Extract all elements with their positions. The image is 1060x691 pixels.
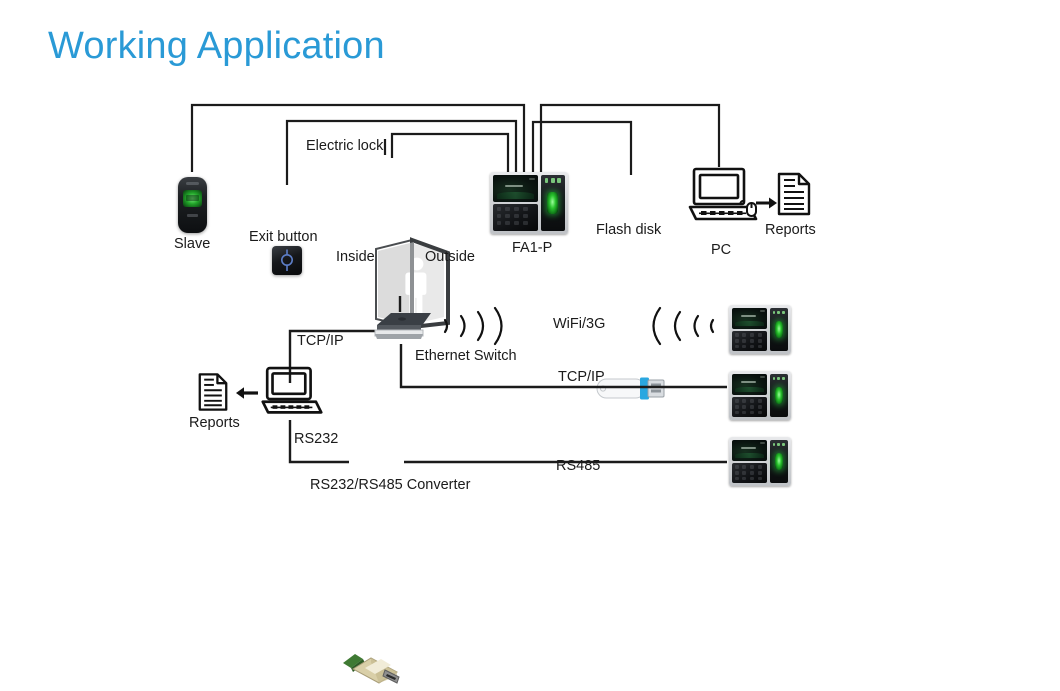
reports-document-icon-bottom: [198, 372, 228, 412]
server-pc-icon: [261, 363, 323, 421]
link-label-rs485: RS485: [556, 458, 601, 474]
link-label-wifi3g: WiFi/3G: [553, 316, 606, 332]
bottom-connector-lines: [288, 296, 727, 464]
reports-bottom-label: Reports: [189, 415, 240, 431]
serial-converter-icon: [341, 652, 409, 686]
slide-canvas: Working Application Slave Exit button El…: [0, 0, 1060, 684]
link-label-tcpip-right: TCP/IP: [558, 369, 605, 385]
fa1p-terminal-icon-tcpip: [729, 371, 791, 420]
link-label-tcpip-left: TCP/IP: [297, 333, 344, 349]
fa1p-terminal-icon-rs485: [729, 437, 791, 486]
converter-label: RS232/RS485 Converter: [310, 477, 471, 493]
ethernet-switch-icon: [371, 308, 435, 342]
fa1p-terminal-icon-wifi: [729, 305, 791, 354]
link-label-rs232: RS232: [294, 431, 339, 447]
wifi-signal-icon-right: [652, 306, 715, 346]
server-to-reports-arrow-icon: [236, 387, 258, 399]
wifi-signal-icon: [443, 306, 503, 346]
ethernet-switch-label: Ethernet Switch: [415, 348, 517, 364]
